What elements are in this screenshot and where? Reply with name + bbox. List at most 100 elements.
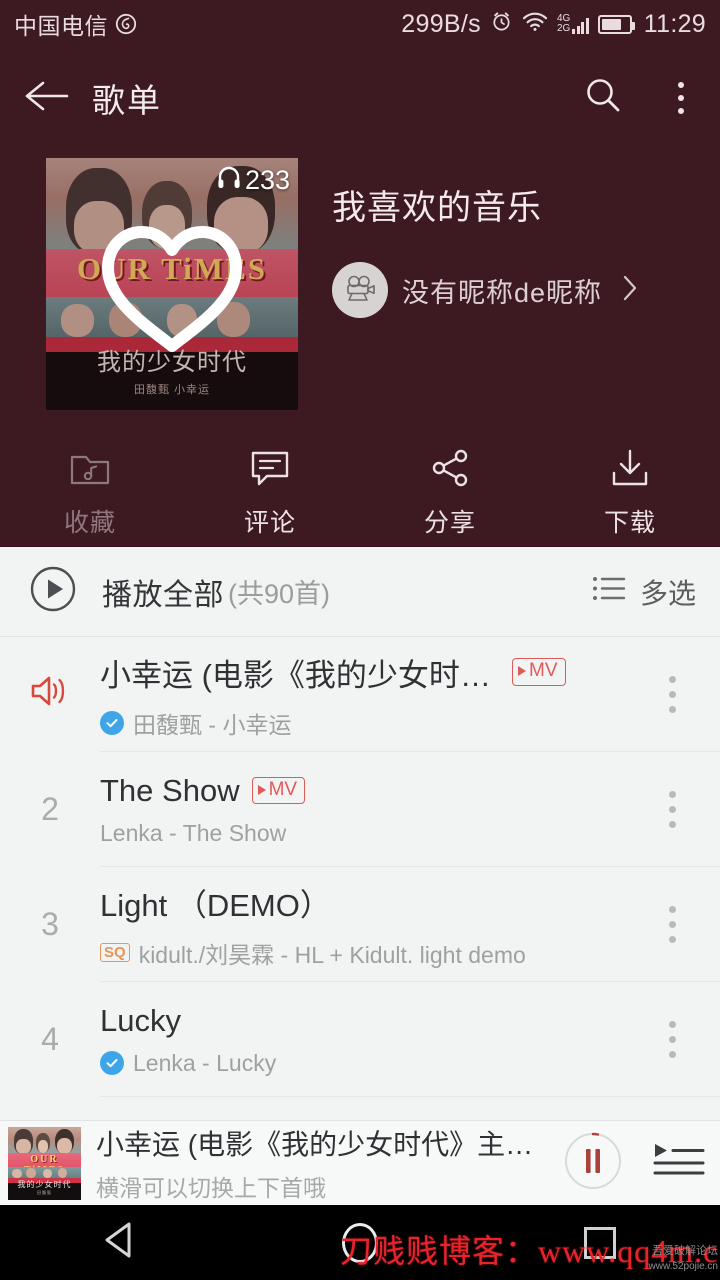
search-button[interactable] (564, 48, 642, 148)
cellular-signal-icon: 4G 2G (557, 14, 589, 34)
play-count-label: 233 (244, 165, 290, 195)
table-row[interactable]: 小幸运 (电影《我的少女时代》… MV 田馥甄 - 小幸运 (0, 637, 720, 752)
play-all-left[interactable]: 播放全部 (共90首) (0, 564, 330, 619)
player-hint: 横滑可以切换上下首哦 (96, 1175, 326, 1201)
mv-badge[interactable]: MV (512, 658, 566, 686)
table-row[interactable]: 3 Light （DEMO） SQ kidult./刘昊霖 - HL + Kid… (0, 867, 720, 982)
player-info[interactable]: 小幸运 (电影《我的少女时代》主题曲) 横滑可以切换上下首哦 (96, 1123, 550, 1203)
play-all-bar[interactable]: 播放全部 (共90首) 多选 (0, 547, 720, 637)
song-artist: kidult./刘昊霖 - HL + Kidult. light demo (138, 941, 526, 968)
back-button[interactable] (0, 48, 92, 148)
song-index: 4 (41, 1021, 59, 1057)
comment-label: 评论 (243, 509, 296, 537)
song-meta-line: SQ kidult./刘昊霖 - HL + Kidult. light demo (100, 936, 614, 970)
playlist-creator[interactable]: 没有昵称de昵称 (332, 262, 638, 318)
mv-badge-label: MV (529, 660, 558, 682)
overflow-menu-button[interactable] (642, 48, 720, 148)
now-playing-indicator (0, 672, 100, 718)
status-bar-left: 中国电信 (0, 7, 137, 41)
nav-back-button[interactable] (0, 1220, 240, 1265)
song-artist: Lenka - The Show (100, 819, 287, 846)
wifi-icon (522, 11, 548, 38)
app-bar: 歌单 (0, 48, 720, 148)
multiselect-button[interactable]: 多选 (592, 572, 720, 612)
signal-label-bottom: 2G (556, 23, 571, 34)
playlist-title: 我喜欢的音乐 (332, 189, 542, 227)
play-queue-button[interactable] (636, 1140, 720, 1187)
signal-bars (572, 16, 589, 34)
chevron-right-icon (622, 274, 638, 307)
song-title-line: 小幸运 (电影《我的少女时代》… MV (100, 650, 614, 695)
table-row[interactable]: 2 The Show MV Lenka - The Show (0, 752, 720, 867)
more-vertical-icon (668, 1021, 676, 1058)
nav-back-triangle-icon (101, 1220, 139, 1265)
song-more-button[interactable] (624, 1021, 720, 1058)
page-title: 歌单 (92, 82, 162, 119)
song-title: The Show (100, 772, 240, 808)
album-art-icon[interactable]: OUR TiMES 我的少女时代 田馥甄 (8, 1126, 81, 1200)
comment-button[interactable]: 评论 (180, 440, 360, 547)
more-vertical-icon (668, 676, 676, 713)
network-speed-label: 299B/s (401, 9, 481, 38)
headphone-icon (216, 164, 242, 197)
playlist-header-area: 中国电信 299B/s 4G 2G 11:29 歌单 OUR TiMES 我的少… (0, 0, 720, 547)
pause-icon (562, 1130, 624, 1197)
song-more-button[interactable] (624, 906, 720, 943)
song-more-button[interactable] (624, 676, 720, 713)
song-title-line: The Show MV (100, 773, 614, 809)
song-title-line: Lucky (100, 1003, 614, 1039)
table-row[interactable]: 4 Lucky Lenka - Lucky (0, 982, 720, 1097)
action-row: 收藏 评论 分享 下载 (0, 440, 720, 547)
search-icon (582, 75, 624, 122)
back-arrow-icon (23, 78, 69, 119)
song-title: 小幸运 (电影《我的少女时代》… (100, 657, 500, 693)
song-title: Lucky (100, 1002, 181, 1038)
app-screen: 中国电信 299B/s 4G 2G 11:29 歌单 OUR TiMES 我的少… (0, 0, 720, 1280)
song-artist: 田馥甄 - 小幸运 (133, 711, 292, 738)
download-button[interactable]: 下载 (540, 440, 720, 547)
more-vertical-icon (668, 906, 676, 943)
mv-badge[interactable]: MV (251, 776, 306, 805)
song-list: 小幸运 (电影《我的少女时代》… MV 田馥甄 - 小幸运 (0, 637, 720, 1097)
collect-button[interactable]: 收藏 (0, 440, 180, 547)
play-queue-icon (651, 1140, 705, 1187)
signal-generation-labels: 4G 2G (557, 14, 570, 34)
status-bar-right: 299B/s 4G 2G 11:29 (401, 10, 720, 39)
play-count-badge: 233 (216, 164, 290, 197)
creator-name: 没有昵称de昵称 (402, 277, 603, 308)
pause-button[interactable] (550, 1130, 636, 1197)
play-all-count: (共90首) (228, 579, 331, 609)
comment-icon (248, 448, 292, 493)
download-label: 下载 (603, 509, 656, 537)
nav-home-button[interactable] (240, 1222, 480, 1263)
share-button[interactable]: 分享 (360, 440, 540, 547)
avatar (332, 262, 388, 318)
verified-badge-icon (100, 710, 124, 735)
nav-recents-button[interactable] (480, 1226, 720, 1259)
sq-quality-badge: SQ (100, 943, 130, 962)
movie-camera-icon (343, 273, 377, 308)
playlist-info: OUR TiMES 我的少女时代 田馥甄 小幸运 233 我喜欢的音乐 没有昵称… (0, 158, 720, 426)
folder-music-icon (68, 448, 112, 493)
playlist-cover[interactable]: OUR TiMES 我的少女时代 田馥甄 小幸运 233 (46, 158, 298, 410)
song-title-line: Light （DEMO） (100, 880, 614, 925)
android-nav-bar (0, 1205, 720, 1280)
player-song-title: 小幸运 (电影《我的少女时代》主题曲) (96, 1129, 550, 1160)
nav-home-circle-icon (342, 1222, 378, 1263)
netease-music-logo-icon (115, 13, 137, 35)
play-circle-icon (28, 564, 78, 619)
nav-recents-square-icon (584, 1226, 616, 1259)
mini-player-bar[interactable]: OUR TiMES 我的少女时代 田馥甄 小幸运 (电影《我的少女时代》主题曲)… (0, 1120, 720, 1205)
mv-play-triangle-icon (518, 666, 526, 677)
collect-label: 收藏 (63, 509, 116, 537)
clock-label: 11:29 (643, 9, 706, 38)
list-multiselect-icon (592, 575, 626, 608)
song-meta-line: 田馥甄 - 小幸运 (100, 706, 614, 740)
more-vertical-icon (668, 791, 676, 828)
download-icon (608, 448, 652, 493)
song-more-button[interactable] (624, 791, 720, 828)
verified-badge-icon (100, 1051, 124, 1075)
song-meta-line: Lenka - Lucky (100, 1050, 614, 1077)
song-body: 小幸运 (电影《我的少女时代》… MV 田馥甄 - 小幸运 (100, 650, 624, 740)
mv-badge-label: MV (268, 778, 298, 800)
